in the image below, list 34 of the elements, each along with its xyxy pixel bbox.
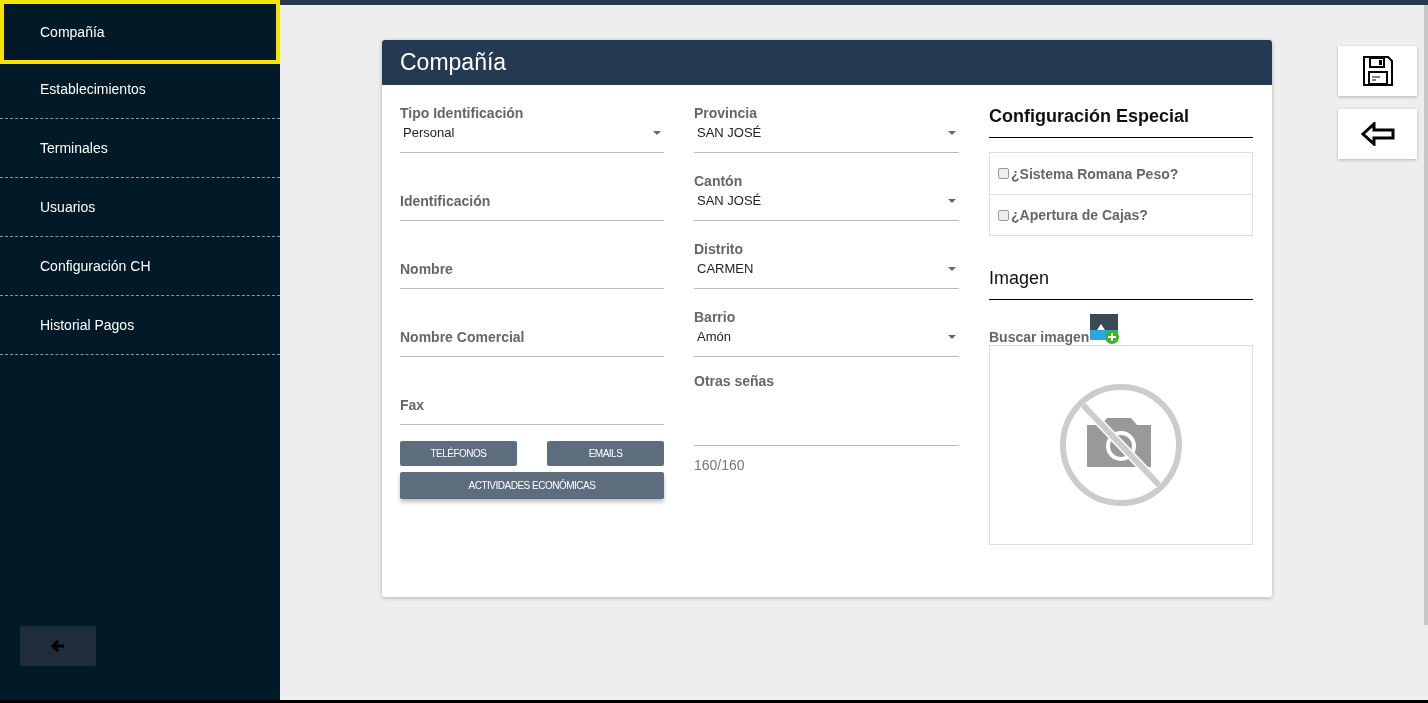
character-counter: 160/160 bbox=[694, 457, 745, 473]
checkbox-label: ¿Sistema Romana Peso? bbox=[1011, 165, 1179, 182]
textarea-field[interactable]: Otras señas bbox=[694, 373, 959, 446]
text-field[interactable]: Nombre bbox=[400, 237, 664, 289]
checkbox[interactable] bbox=[998, 209, 1009, 221]
checkbox-label: ¿Apertura de Cajas? bbox=[1011, 207, 1148, 223]
dropdown-caret-icon bbox=[948, 198, 956, 203]
section-title: Configuración Especial bbox=[989, 104, 1253, 138]
text-field[interactable]: Nombre Comercial bbox=[400, 305, 664, 357]
select-field[interactable]: Provincia SAN JOSÉ bbox=[694, 101, 959, 153]
search-image-label: Buscar imagen bbox=[989, 329, 1090, 345]
card-title: Compañía bbox=[382, 40, 1272, 85]
add-image-icon[interactable] bbox=[1089, 314, 1121, 345]
text-field[interactable]: Fax bbox=[400, 373, 664, 425]
select-field[interactable]: Barrio Amón bbox=[694, 305, 959, 357]
select-field[interactable]: Tipo Identificación Personal bbox=[400, 101, 664, 153]
action-button[interactable]: TELÉFONOS bbox=[400, 441, 517, 466]
dropdown-caret-icon bbox=[653, 130, 661, 135]
dropdown-caret-icon bbox=[948, 266, 956, 271]
select-field[interactable]: Cantón SAN JOSÉ bbox=[694, 169, 959, 221]
action-button[interactable]: EMAILS bbox=[547, 441, 664, 466]
sidebar-item[interactable]: Compañía bbox=[0, 0, 280, 64]
left-arrow-icon bbox=[51, 639, 65, 653]
back-button[interactable] bbox=[1338, 109, 1417, 159]
save-button[interactable] bbox=[1338, 46, 1417, 96]
checkbox[interactable] bbox=[998, 168, 1009, 179]
no-photo-icon bbox=[1059, 381, 1183, 509]
text-field[interactable]: Identificación bbox=[400, 169, 664, 221]
dropdown-caret-icon bbox=[948, 130, 956, 135]
section-title: Imagen bbox=[989, 266, 1253, 300]
select-field[interactable]: Distrito CARMEN bbox=[694, 237, 959, 289]
left-arrow-icon bbox=[1360, 122, 1395, 146]
action-button[interactable]: ACTIVIDADES ECONÓMICAS bbox=[400, 472, 664, 499]
dropdown-caret-icon bbox=[948, 334, 956, 339]
